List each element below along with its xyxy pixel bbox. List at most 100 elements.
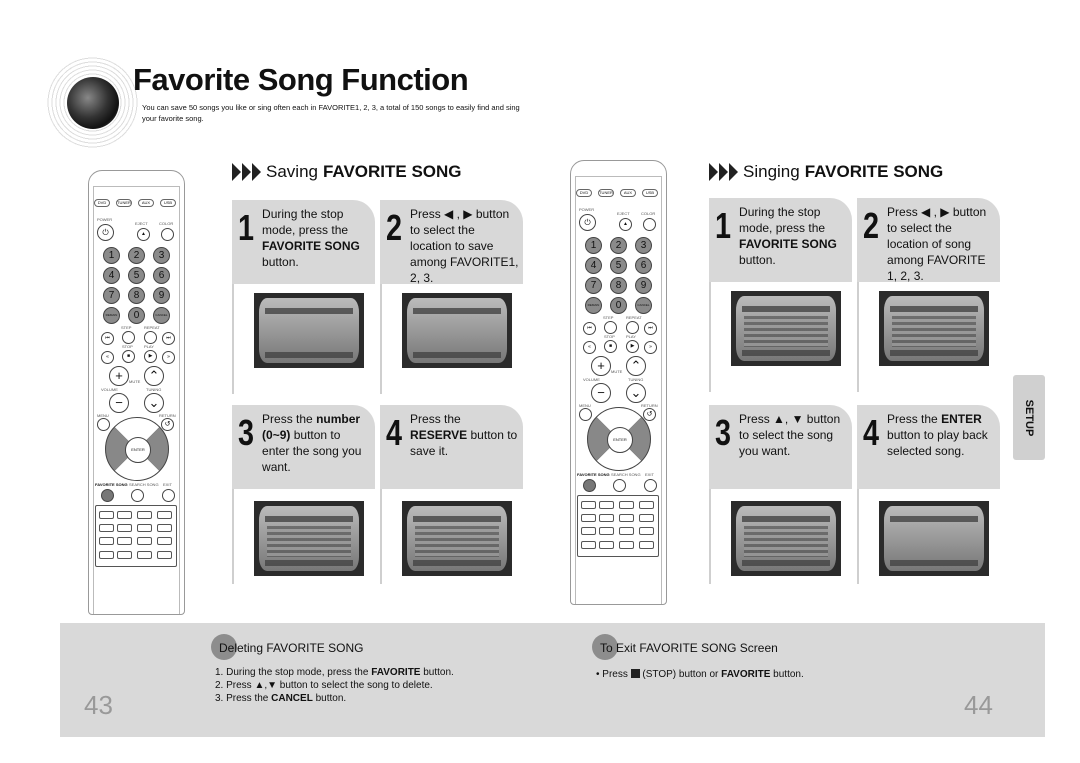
skip-back-icon: ⏮ — [101, 332, 114, 345]
stop-label: STOP — [604, 334, 615, 339]
favorite-song-button — [101, 489, 114, 502]
tuner-button: TUNER — [598, 189, 614, 197]
page-title: Favorite Song Function — [133, 62, 469, 97]
tuning-up-icon: ⌃ — [626, 356, 646, 376]
tuning-down-icon: ⌄ — [144, 393, 164, 413]
cancel-button: CANCEL — [153, 307, 170, 324]
color-label: COLOR — [159, 221, 174, 226]
fast-forward-icon: » — [162, 351, 175, 364]
color-button — [643, 218, 656, 231]
menu-button — [97, 418, 110, 431]
power-icon: ⏻ — [97, 224, 114, 241]
cancel-button: CANCEL — [635, 297, 652, 314]
exit-button — [162, 489, 175, 502]
tips-panel — [60, 623, 1045, 737]
step-number: 3 — [715, 412, 732, 453]
rewind-icon: « — [101, 351, 114, 364]
page-number-left: 43 — [84, 690, 113, 720]
remain-button: REMAIN — [585, 297, 602, 314]
delete-step: 3. Press the CANCEL button. — [215, 693, 347, 704]
saving-step-4: 4 Press the RESERVE button to save it. — [380, 405, 523, 584]
power-icon: ⏻ — [579, 214, 596, 231]
tuning-label: TUNING — [146, 387, 162, 392]
search-song-label: SEARCH SONG — [129, 482, 159, 487]
step-text: Press ◀ , ▶ button to select the locatio… — [410, 207, 519, 285]
step-button — [604, 321, 617, 334]
deleting-heading: Deleting FAVORITE SONG — [211, 634, 364, 660]
step-text: Press ▲, ▼ button to select the song you… — [739, 412, 841, 458]
step-number: 4 — [386, 412, 403, 453]
exit-heading: To Exit FAVORITE SONG Screen — [592, 634, 778, 660]
step-number: 4 — [863, 412, 880, 453]
search-song-button — [613, 479, 626, 492]
direction-pad: ENTER — [105, 417, 169, 481]
aux-button: AUX — [620, 189, 636, 197]
enter-button: ENTER — [125, 437, 151, 463]
step-number: 1 — [715, 205, 732, 246]
skip-forward-icon: ⏭ — [162, 332, 175, 345]
num-1: 1 — [585, 237, 602, 254]
singing-step-1: 1 During the stop mode, press the FAVORI… — [709, 198, 852, 392]
num-8: 8 — [610, 277, 627, 294]
menu-button — [579, 408, 592, 421]
skip-forward-icon: ⏭ — [644, 322, 657, 335]
step-label: STEP — [121, 325, 132, 330]
return-icon: ↺ — [643, 408, 656, 421]
step-text: During the stop mode, press the FAVORITE… — [739, 205, 837, 267]
num-9: 9 — [153, 287, 170, 304]
deleting-steps: 1. During the stop mode, press the FAVOR… — [215, 666, 454, 705]
skip-back-icon: ⏮ — [583, 322, 596, 335]
tv-screen-image — [731, 501, 841, 576]
stop-icon: ■ — [604, 340, 617, 353]
play-pause-icon: ▶ — [144, 350, 157, 363]
dvd-button: DVD — [94, 199, 110, 207]
power-label: POWER — [579, 207, 595, 212]
num-7: 7 — [103, 287, 120, 304]
rewind-icon: « — [583, 341, 596, 354]
step-text: Press the ENTER button to play back sele… — [887, 412, 988, 458]
volume-label: VOLUME — [101, 387, 118, 392]
direction-pad: ENTER — [587, 407, 651, 471]
tuning-label: TUNING — [628, 377, 644, 382]
remote-control-illustration: DVD TUNER AUX USB POWER EJECT COLOR ⏻ ▲ … — [570, 160, 667, 605]
volume-down-icon: − — [591, 383, 611, 403]
tv-screen-image — [879, 501, 989, 576]
repeat-button — [144, 331, 157, 344]
singing-step-4: 4 Press the ENTER button to play back se… — [857, 405, 1000, 584]
tv-screen-image — [254, 501, 364, 576]
usb-button: USB — [642, 189, 658, 197]
num-5: 5 — [610, 257, 627, 274]
num-0: 0 — [610, 297, 627, 314]
speaker-logo — [45, 55, 140, 150]
step-text: Press the number (0~9) button to enter t… — [262, 412, 362, 474]
dvd-button: DVD — [576, 189, 592, 197]
enter-button: ENTER — [607, 427, 633, 453]
repeat-label: REPEAT — [626, 315, 642, 320]
num-2: 2 — [610, 237, 627, 254]
stop-icon — [630, 669, 640, 678]
play-label: PLAY — [626, 334, 636, 339]
aux-button: AUX — [138, 199, 154, 207]
step-number: 2 — [863, 205, 880, 246]
favorite-song-label: FAVORITE SONG — [95, 482, 128, 487]
stop-label: STOP — [122, 344, 133, 349]
delete-step: 2. Press ▲,▼ button to select the song t… — [215, 680, 433, 691]
saving-step-3: 3 Press the number (0~9) button to enter… — [232, 405, 375, 584]
remain-button: REMAIN — [103, 307, 120, 324]
arrows-icon — [232, 163, 261, 181]
singing-step-3: 3 Press ▲, ▼ button to select the song y… — [709, 405, 852, 584]
power-label: POWER — [97, 217, 113, 222]
step-text: During the stop mode, press the FAVORITE… — [262, 207, 360, 269]
eject-label: EJECT — [135, 221, 148, 226]
tv-screen-image — [879, 291, 989, 366]
num-9: 9 — [635, 277, 652, 294]
play-label: PLAY — [144, 344, 154, 349]
exit-label: EXIT — [163, 482, 172, 487]
mute-label: MUTE — [129, 379, 141, 384]
saving-step-1: 1 During the stop mode, press the FAVORI… — [232, 200, 375, 394]
exit-instructions: • Press (STOP) button or FAVORITE button… — [596, 669, 804, 680]
step-number: 3 — [238, 412, 255, 453]
num-6: 6 — [635, 257, 652, 274]
color-button — [161, 228, 174, 241]
mute-label: MUTE — [611, 369, 623, 374]
